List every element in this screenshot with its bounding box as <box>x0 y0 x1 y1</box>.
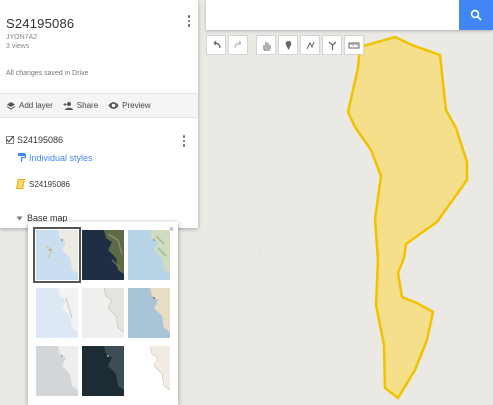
search-icon <box>470 9 482 21</box>
basemap-thumb-map[interactable] <box>33 227 81 283</box>
redo-button[interactable] <box>228 35 248 55</box>
layer-visibility-checkbox[interactable] <box>6 136 14 144</box>
preview-button[interactable]: Preview <box>108 101 151 110</box>
map-description[interactable]: JYON7A2 <box>6 34 37 41</box>
draw-line-button[interactable] <box>300 35 320 55</box>
map-details-panel: S24195086 JYON7A2 3 views All changes sa… <box>0 0 198 228</box>
base-map-popup: × <box>28 222 178 405</box>
add-marker-button[interactable] <box>278 35 298 55</box>
add-layer-label: Add layer <box>19 101 53 110</box>
redo-icon <box>233 40 241 48</box>
route-icon <box>328 41 336 50</box>
layers-icon <box>6 101 16 110</box>
measure-button[interactable] <box>344 35 364 55</box>
drawing-toolbar <box>206 35 364 57</box>
search-bar <box>206 0 493 30</box>
share-label: Share <box>76 101 99 110</box>
layer-header: S24195086 <box>6 135 63 145</box>
feature-item[interactable]: S24195086 <box>16 179 70 189</box>
basemap-thumb-terrain[interactable] <box>128 230 170 280</box>
undo-button[interactable] <box>206 35 226 55</box>
add-layer-button[interactable]: Add layer <box>6 101 53 111</box>
basemap-thumb-light-political[interactable] <box>36 288 78 338</box>
map-title[interactable]: S24195086 <box>6 16 74 31</box>
basemap-thumb-whitewater[interactable] <box>128 346 170 396</box>
undo-icon <box>213 40 221 48</box>
search-button[interactable] <box>459 0 493 30</box>
ruler-icon <box>348 42 360 48</box>
paint-roller-icon <box>18 153 26 162</box>
basemap-thumb-simple-atlas[interactable] <box>128 288 170 338</box>
individual-styles-label: Individual styles <box>29 152 93 163</box>
feature-color-swatch[interactable] <box>16 179 25 189</box>
basemap-thumb-satellite[interactable] <box>82 230 124 280</box>
eye-icon <box>108 102 119 109</box>
action-bar: Add layer Share Preview <box>0 93 198 118</box>
preview-label: Preview <box>122 101 151 110</box>
marker-icon <box>285 40 291 50</box>
individual-styles-link[interactable]: Individual styles <box>17 152 93 163</box>
basemap-thumb-dark-landmass[interactable] <box>82 346 124 396</box>
share-button[interactable]: Share <box>63 101 98 111</box>
hand-icon <box>263 41 270 50</box>
select-items-button[interactable] <box>256 35 276 55</box>
feature-name: S24195086 <box>29 179 70 189</box>
triangle-down-icon <box>16 216 23 220</box>
add-person-icon <box>63 101 73 110</box>
directions-button[interactable] <box>322 35 342 55</box>
draw-line-icon <box>306 41 314 49</box>
saved-status: All changes saved in Drive <box>6 70 89 77</box>
map-options-icon[interactable] <box>185 14 193 28</box>
basemap-thumb-light-landmass[interactable] <box>36 346 78 396</box>
layer-name[interactable]: S24195086 <box>17 135 63 145</box>
map-views-count: 3 views <box>6 43 30 50</box>
layer-options-icon[interactable] <box>180 134 188 148</box>
search-input[interactable] <box>206 0 456 30</box>
basemap-thumb-mono-city[interactable] <box>82 288 124 338</box>
